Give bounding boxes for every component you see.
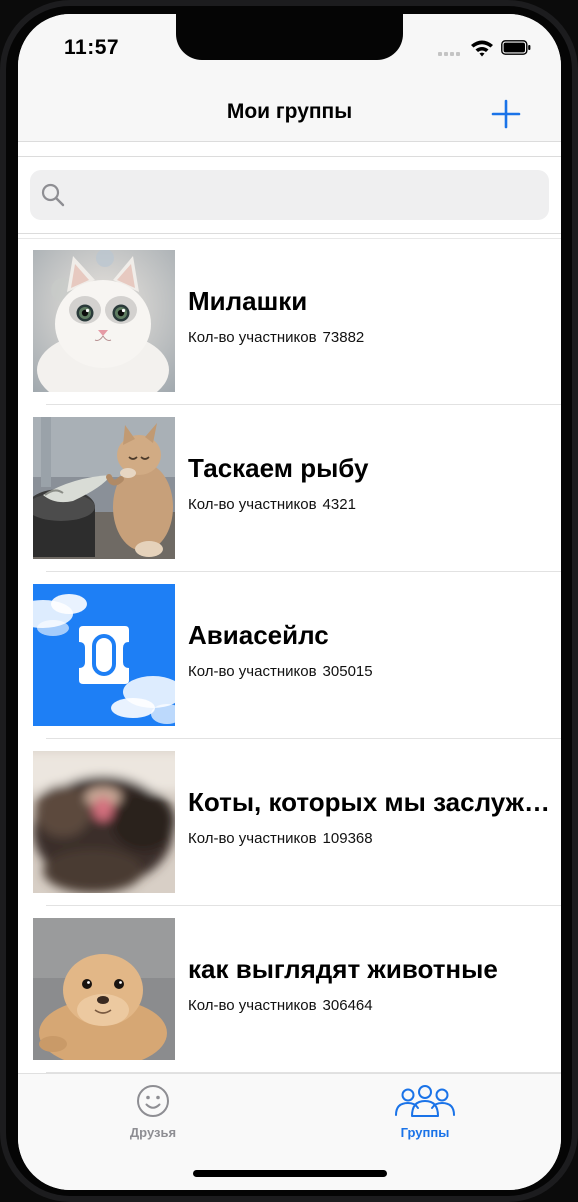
people-group-icon	[395, 1085, 455, 1117]
members-count: 109368	[322, 830, 373, 847]
smiley-icon	[137, 1085, 169, 1117]
tab-label: Друзья	[129, 1125, 177, 1140]
group-members: Кол-во участников 306464	[188, 997, 373, 1014]
members-count: 4321	[322, 496, 356, 513]
wifi-icon	[471, 40, 493, 57]
members-label: Кол-во участников	[188, 830, 317, 847]
cellular-signal-icon	[438, 46, 464, 56]
status-time: 11:57	[64, 36, 120, 59]
navigation-bar: Мои группы	[18, 84, 561, 142]
members-label: Кол-во участников	[188, 997, 317, 1014]
screen: 11:57 Мои группы Милашки Кол-во участник…	[18, 14, 561, 1190]
group-avatar-seal-pup	[33, 918, 175, 1060]
home-indicator[interactable]	[193, 1170, 387, 1177]
group-row[interactable]: Милашки Кол-во участников 73882	[18, 238, 561, 405]
tab-groups[interactable]: Группы	[325, 1074, 525, 1154]
group-row[interactable]: Авиасейлс Кол-во участников 305015	[18, 572, 561, 739]
tab-friends[interactable]: Друзья	[53, 1074, 253, 1154]
group-row[interactable]: Таскаем рыбу Кол-во участников 4321	[18, 405, 561, 572]
group-avatar-white-kitten	[33, 250, 175, 392]
group-name: Таскаем рыбу	[188, 453, 369, 483]
divider	[18, 233, 561, 234]
search-icon	[41, 183, 65, 207]
battery-icon	[501, 40, 531, 55]
search-input[interactable]	[74, 178, 538, 214]
group-members: Кол-во участников 305015	[188, 663, 373, 680]
plus-icon[interactable]	[488, 96, 524, 132]
group-name: Милашки	[188, 286, 308, 316]
members-count: 73882	[322, 329, 365, 346]
page-title: Мои группы	[226, 100, 353, 123]
group-row[interactable]: как выглядят животные Кол-во участников 3…	[18, 906, 561, 1073]
aviasales-logo	[33, 584, 175, 726]
group-members: Кол-во участников 109368	[188, 830, 373, 847]
members-count: 305015	[322, 663, 373, 680]
group-name: Коты, которых мы заслужили	[188, 787, 553, 817]
group-avatar-blurry-cat	[33, 751, 175, 893]
group-members: Кол-во участников 73882	[188, 329, 364, 346]
group-name: как выглядят животные	[188, 954, 498, 984]
device-notch	[176, 14, 403, 60]
group-members: Кол-во участников 4321	[188, 496, 356, 513]
divider	[18, 156, 561, 157]
members-count: 306464	[322, 997, 373, 1014]
members-label: Кол-во участников	[188, 329, 317, 346]
members-label: Кол-во участников	[188, 663, 317, 680]
tab-label: Группы	[400, 1125, 450, 1140]
group-avatar-cat-with-fish	[33, 417, 175, 559]
search-bar[interactable]	[30, 170, 549, 220]
members-label: Кол-во участников	[188, 496, 317, 513]
group-name: Авиасейлс	[188, 620, 329, 650]
group-row[interactable]: Коты, которых мы заслужили Кол-во участн…	[18, 739, 561, 906]
